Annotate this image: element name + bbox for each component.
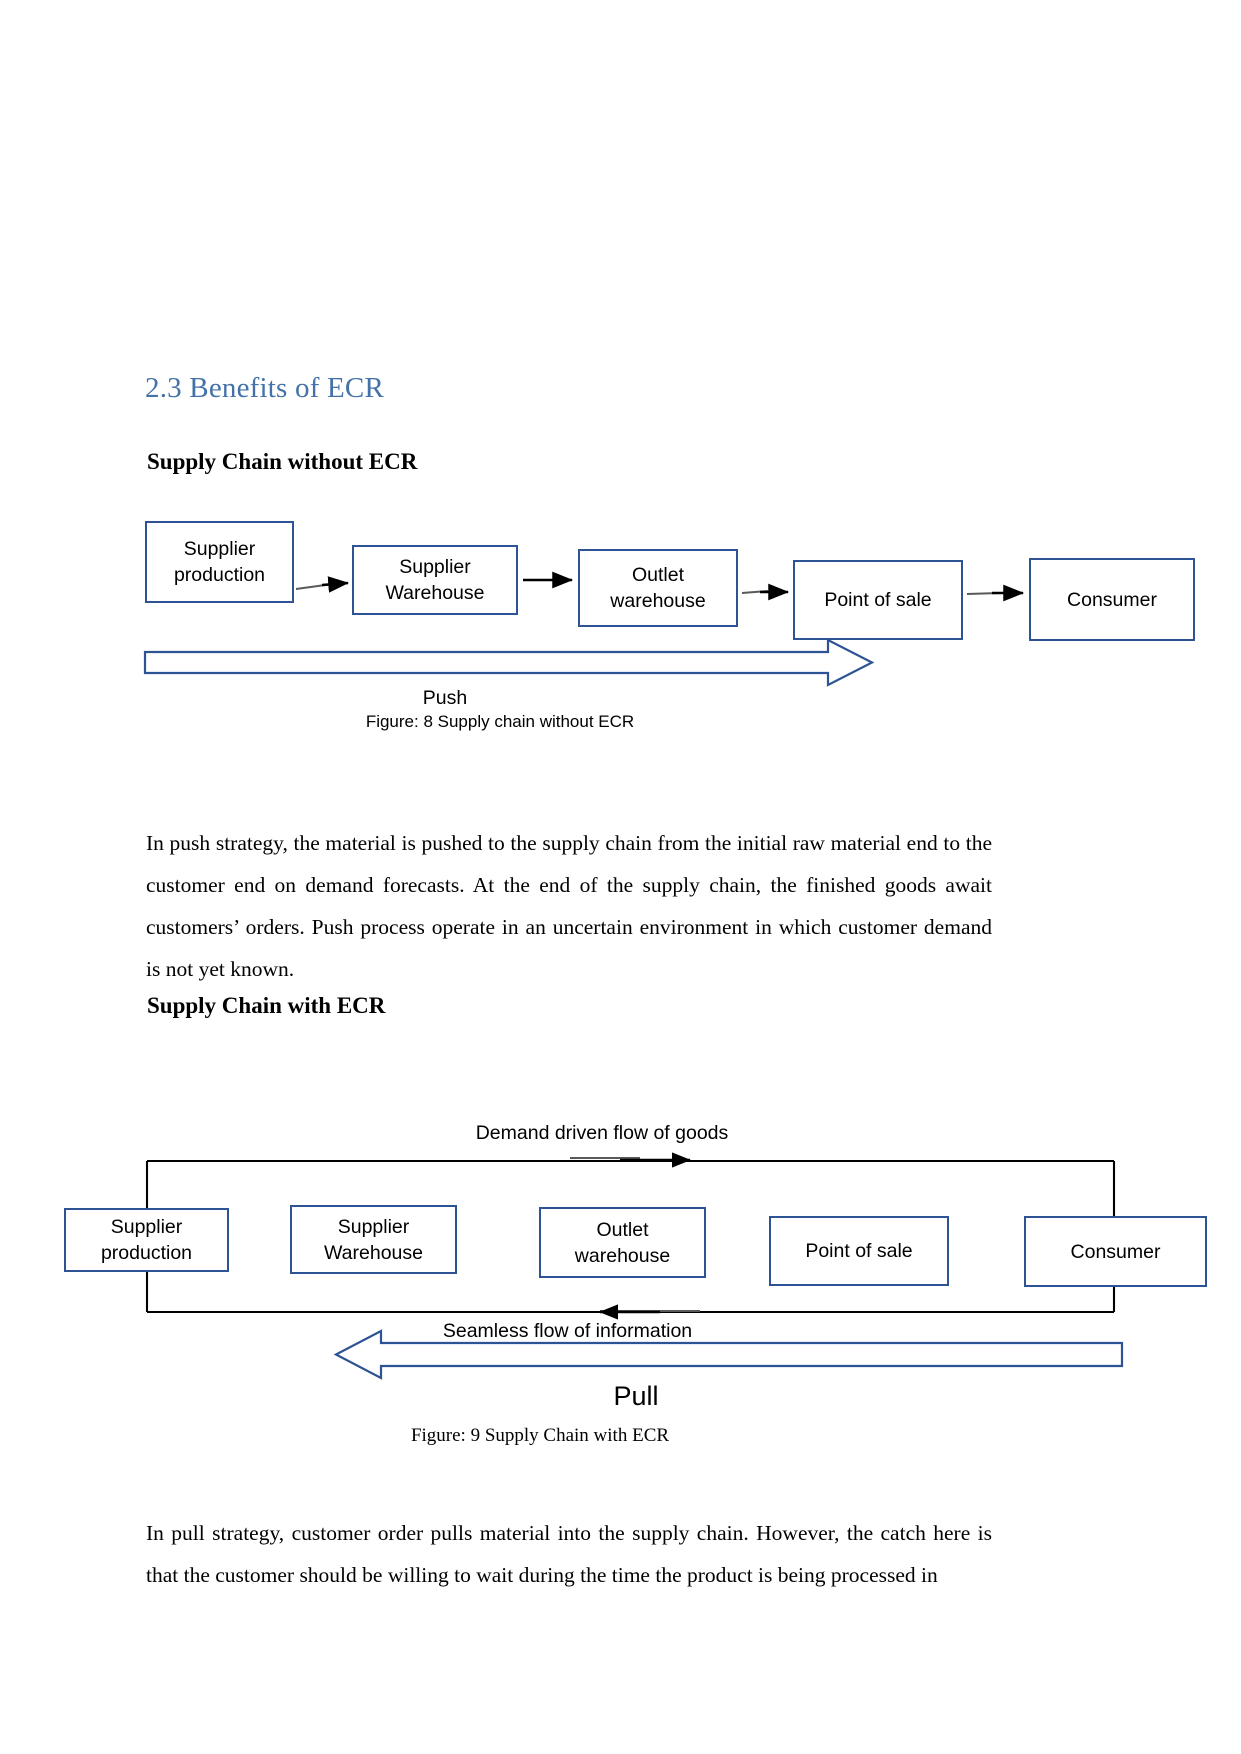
figure9-caption: Figure: 9 Supply Chain with ECR [410,1425,670,1446]
figure9-node-consumer: Consumer [1024,1216,1207,1287]
figure9-top-flow-arrow [570,1152,691,1168]
figure9-seamless-information-label: Seamless flow of information [442,1320,693,1342]
figure9-node-outlet-warehouse: Outlet warehouse [539,1207,706,1278]
paragraph-pull-strategy: In pull strategy, customer order pulls m… [146,1521,992,1587]
figure9-connectors-layer [145,1152,1124,1380]
figure9-pull-label: Pull [613,1381,659,1411]
figure9-node-supplier-production: Supplier production [64,1208,229,1272]
figure9-bottom-flow-arrow [599,1304,700,1320]
document-page: 2.3 Benefits of ECR Supply Chain without… [0,0,1241,1754]
figure9-node-point-of-sale: Point of sale [769,1216,949,1286]
figure9-node-supplier-warehouse: Supplier Warehouse [290,1205,457,1274]
